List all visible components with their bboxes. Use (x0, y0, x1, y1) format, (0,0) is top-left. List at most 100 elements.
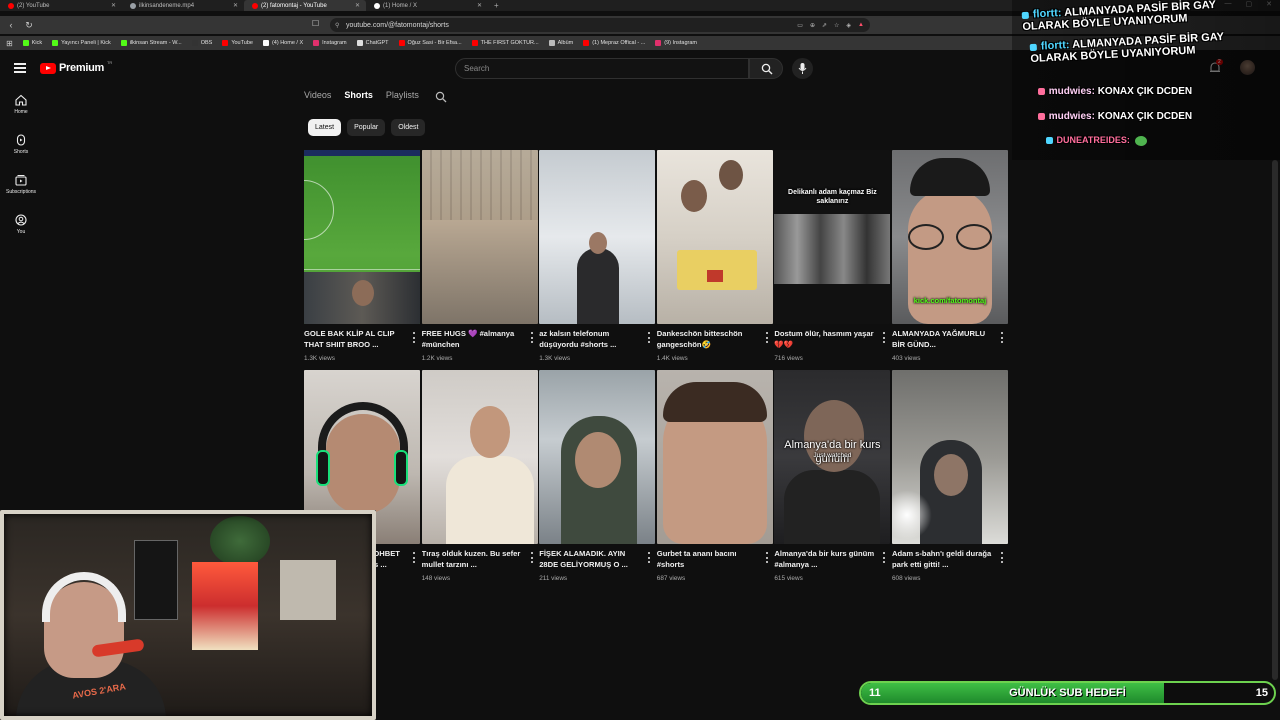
bookmark-item[interactable]: (1) Mepraz Offical - ... (583, 40, 645, 46)
bookmark-item[interactable]: Yayıncı Paneli | Kick (52, 40, 111, 46)
short-title[interactable]: Adam s-bahn'ı geldi durağa park etti git… (892, 548, 996, 571)
short-thumbnail[interactable]: kick.com/fatomontaj (891, 150, 1008, 324)
sidebar-item-label: Home (14, 109, 28, 115)
more-options-icon[interactable] (530, 552, 534, 563)
short-title[interactable]: ALMANYADA YAĞMURLU BİR GÜND... (892, 328, 996, 351)
short-title[interactable]: FREE HUGS 💜 #almanya #münchen (422, 328, 526, 351)
share-icon[interactable]: ⇗ (822, 22, 827, 29)
search-input[interactable] (455, 58, 749, 79)
short-card[interactable]: Adam s-bahn'ı geldi durağa park etti git… (891, 370, 1008, 584)
bookmark-item[interactable]: Instagram (313, 40, 347, 46)
short-title[interactable]: Tıraş olduk kuzen. Bu sefer mullet tarzı… (422, 548, 526, 571)
short-thumbnail[interactable] (656, 370, 773, 544)
more-options-icon[interactable] (530, 332, 534, 343)
voice-search-button[interactable] (792, 58, 813, 79)
short-thumbnail[interactable]: Delikanlı adam kaçmaz Biz saklanırız (774, 150, 891, 324)
sidebar-item-home[interactable]: Home (0, 86, 42, 126)
short-card[interactable]: Delikanlı adam kaçmaz Biz saklanırız Dost… (774, 150, 891, 364)
short-title[interactable]: az kalsın telefonum düşüyordu #shorts ..… (539, 328, 643, 351)
bookmark-item[interactable]: Albüm (548, 40, 573, 46)
menu-icon[interactable] (14, 63, 26, 73)
back-icon[interactable]: ‹ (4, 20, 18, 30)
new-tab-button[interactable]: + (488, 1, 505, 10)
bookmark-item[interactable]: ilkinsan Stream - W... (120, 40, 182, 46)
browser-tab[interactable]: (1) Home / X ✕ (366, 0, 488, 11)
short-title[interactable]: GOLE BAK KLİP AL CLIP THAT SHIIT BROO ..… (304, 328, 408, 351)
browser-tab[interactable]: (2) fatomontaj - YouTube ✕ (244, 0, 366, 11)
channel-search-icon[interactable] (435, 91, 447, 103)
cast-icon[interactable]: ▭ (797, 22, 803, 29)
short-card[interactable]: kick.com/fatomontaj ALMANYADA YAĞMURLU Bİ… (891, 150, 1008, 364)
chip-popular[interactable]: Popular (347, 119, 386, 136)
bookmark-item[interactable]: ChatGPT (356, 40, 389, 46)
chip-latest[interactable]: Latest (308, 119, 342, 136)
apps-icon[interactable]: ⊞ (6, 39, 13, 48)
short-card[interactable]: Almanya'da bir kurs günüm Just watched Alm… (774, 370, 891, 584)
more-options-icon[interactable] (765, 552, 769, 563)
short-thumbnail[interactable] (539, 370, 656, 544)
more-options-icon[interactable] (1000, 332, 1004, 343)
short-thumbnail[interactable] (421, 150, 538, 324)
more-options-icon[interactable] (648, 552, 651, 563)
short-thumbnail[interactable] (421, 370, 538, 544)
page-scrollbar[interactable] (1272, 160, 1278, 680)
short-title[interactable]: Dostum ölür, hasmım yaşar💔💔 (774, 328, 878, 351)
more-options-icon[interactable] (648, 332, 651, 343)
sidebar-item-shorts[interactable]: Shorts (0, 126, 42, 166)
short-thumbnail[interactable] (539, 150, 656, 324)
bookmark-item[interactable]: Kick (22, 40, 42, 46)
short-title[interactable]: Gurbet ta ananı bacını #shorts (657, 548, 761, 571)
bookmark-item[interactable]: THE FIRST GOKTUR... (471, 40, 539, 46)
browser-tab[interactable]: (2) YouTube ✕ (0, 0, 122, 11)
tab-shorts[interactable]: Shorts (344, 90, 373, 104)
browser-tab[interactable]: ilkinsandeneme.mp4 ✕ (122, 0, 244, 11)
short-title[interactable]: Dankeschön bitteschön gangeschön🤣 (657, 328, 761, 351)
tab-close-icon[interactable]: ✕ (233, 2, 238, 9)
more-options-icon[interactable] (883, 552, 886, 563)
more-options-icon[interactable] (413, 332, 416, 343)
bookmark-item[interactable]: (9) Instagram (655, 40, 697, 46)
tab-close-icon[interactable]: ✕ (477, 2, 482, 9)
short-card[interactable]: FİŞEK ALAMADIK. AYIN 28DE GELİYORMUŞ O .… (539, 370, 656, 584)
short-thumbnail[interactable] (891, 370, 1008, 544)
extension-icon[interactable]: ▲ (858, 22, 864, 29)
more-options-icon[interactable] (413, 552, 416, 563)
bookmark-item[interactable]: (4) Home / X (262, 40, 303, 46)
site-info-icon[interactable]: ⚲ (335, 22, 339, 29)
short-card[interactable]: FREE HUGS 💜 #almanya #münchen 1.2K views (421, 150, 538, 364)
reload-icon[interactable]: ↻ (22, 20, 36, 31)
bookmark-item[interactable]: OBS (191, 40, 212, 46)
short-thumbnail[interactable]: Almanya'da bir kurs günüm Just watched (774, 370, 891, 544)
short-thumbnail[interactable] (656, 150, 773, 324)
shield-icon[interactable]: ◈ (846, 22, 851, 29)
short-card[interactable]: Tıraş olduk kuzen. Bu sefer mullet tarzı… (421, 370, 538, 584)
tab-close-icon[interactable]: ✕ (111, 2, 116, 9)
more-options-icon[interactable] (883, 332, 886, 343)
chip-oldest[interactable]: Oldest (391, 119, 426, 136)
bookmark-item[interactable]: Oğuz Sasi - Bir Efsa... (398, 40, 462, 46)
more-options-icon[interactable] (765, 332, 769, 343)
short-card[interactable]: GOLE BAK KLİP AL CLIP THAT SHIIT BROO ..… (304, 150, 420, 364)
star-icon[interactable]: ☆ (834, 22, 839, 29)
sidebar-item-you[interactable]: You (0, 206, 42, 246)
youtube-premium-logo[interactable]: Premium TR (40, 60, 112, 74)
bookmark-label: ilkinsan Stream - W... (129, 40, 182, 46)
sidebar-item-subscriptions[interactable]: Subscriptions (0, 166, 42, 206)
short-thumbnail[interactable] (304, 150, 420, 324)
short-card[interactable]: az kalsın telefonum düşüyordu #shorts ..… (539, 150, 656, 364)
short-card[interactable]: Dankeschön bitteschön gangeschön🤣 1.4K vi… (656, 150, 773, 364)
search-button[interactable] (749, 58, 783, 79)
url-field[interactable]: ⚲ youtube.com/@fatomontaj/shorts ▭ ⊕ ⇗ ☆… (330, 18, 870, 32)
bookmark-favicon-icon (356, 40, 363, 46)
more-options-icon[interactable] (1000, 552, 1004, 563)
tab-close-icon[interactable]: ✕ (355, 2, 360, 9)
short-card[interactable]: Gurbet ta ananı bacını #shorts 687 views (656, 370, 773, 584)
bookmark-icon[interactable]: ☐ (312, 19, 319, 28)
tab-videos[interactable]: Videos (304, 90, 331, 104)
short-title[interactable]: FİŞEK ALAMADIK. AYIN 28DE GELİYORMUŞ O .… (539, 548, 643, 571)
zoom-icon[interactable]: ⊕ (810, 22, 815, 29)
tab-playlists[interactable]: Playlists (386, 90, 419, 104)
short-views: 1.4K views (656, 355, 688, 362)
bookmark-item[interactable]: YouTube (222, 40, 253, 46)
short-title[interactable]: Almanya'da bir kurs günüm #almanya ... (774, 548, 878, 571)
